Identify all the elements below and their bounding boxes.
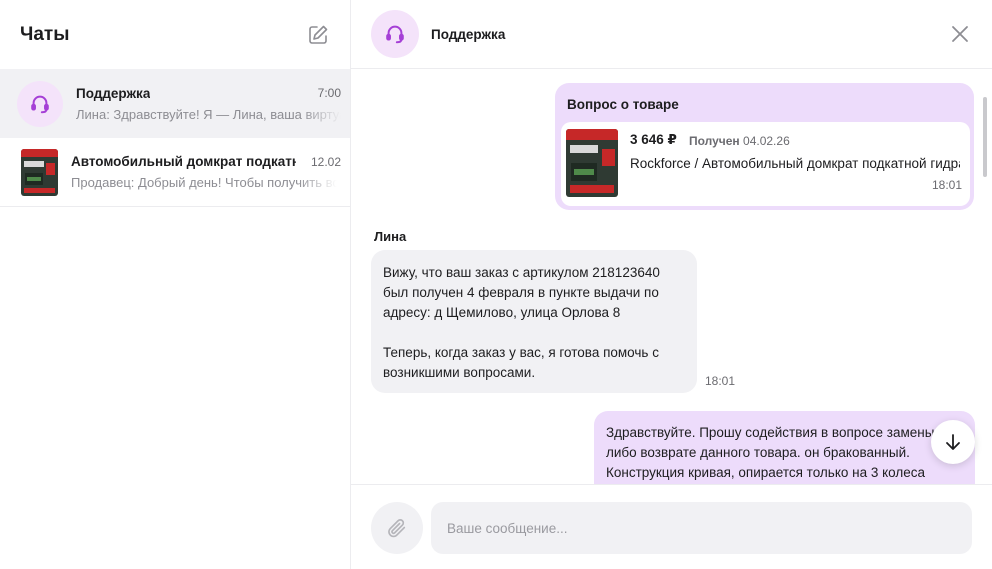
headset-icon [31, 95, 49, 113]
message-paragraph: Вижу, что ваш заказ с артикулом 21812364… [383, 265, 660, 320]
support-avatar [371, 10, 419, 58]
chat-preview: Лина: Здравствуйте! Я — Лина, ваша вирту… [76, 106, 341, 122]
chat-item-jack[interactable]: Автомобильный домкрат подкатной 12.02 Пр… [0, 138, 350, 207]
message-input[interactable] [431, 502, 972, 554]
chat-preview: Продавец: Добрый день! Чтобы получить во… [71, 175, 337, 190]
paperclip-icon [388, 519, 406, 538]
product-thumbnail [21, 148, 58, 196]
product-price: 3 646 ₽ [630, 132, 677, 147]
product-name: Rockforce / Автомобильный домкрат подкат… [630, 156, 960, 171]
chat-list-title: Чаты [20, 23, 70, 45]
attach-button[interactable] [371, 502, 423, 554]
product-image [566, 129, 618, 197]
chat-item-support[interactable]: Поддержка 7:00 Лина: Здравствуйте! Я — Л… [0, 69, 350, 138]
message-composer [351, 484, 992, 569]
compose-button[interactable] [306, 23, 330, 47]
message-time: 18:01 [931, 178, 962, 192]
received-status: Получен 04.02.26 [689, 134, 790, 148]
sender-name: Лина [374, 229, 407, 244]
close-button[interactable] [950, 24, 970, 44]
message-list[interactable]: Вопрос о товаре 3 646 ₽ Получен 04.02.26… [351, 69, 992, 484]
conversation-header: Поддержка [351, 0, 992, 69]
message-time: 18:01 [705, 374, 736, 388]
question-title: Вопрос о товаре [567, 97, 679, 112]
arrow-down-icon [946, 434, 960, 450]
chat-name: Поддержка [76, 85, 151, 101]
outgoing-message: Здравствуйте. Прошу содействия в вопросе… [594, 411, 975, 484]
product-question-bubble: Вопрос о товаре 3 646 ₽ Получен 04.02.26… [555, 83, 974, 210]
chat-time: 7:00 [317, 86, 341, 100]
edit-icon [309, 25, 328, 44]
scroll-down-button[interactable] [931, 420, 975, 464]
support-avatar [17, 80, 63, 127]
incoming-message: Вижу, что ваш заказ с артикулом 21812364… [371, 250, 697, 393]
headset-icon [386, 25, 404, 44]
chat-app: Чаты Поддержка 7:00 Лина: Здравствуйте! … [0, 0, 992, 569]
message-paragraph: Теперь, когда заказ у вас, я готова помо… [383, 345, 659, 380]
conversation-title: Поддержка [431, 26, 506, 42]
chat-name: Автомобильный домкрат подкатной [71, 154, 296, 169]
conversation-panel: Поддержка Вопрос о товаре 3 646 ₽ Получе… [351, 0, 992, 569]
chat-time: 12.02 [310, 154, 341, 169]
scrollbar[interactable] [983, 97, 987, 177]
close-icon [952, 26, 968, 42]
chat-list-panel: Чаты Поддержка 7:00 Лина: Здравствуйте! … [0, 0, 351, 569]
chat-list-header: Чаты [0, 0, 350, 69]
product-card[interactable]: 3 646 ₽ Получен 04.02.26 Rockforce / Авт… [561, 122, 970, 206]
